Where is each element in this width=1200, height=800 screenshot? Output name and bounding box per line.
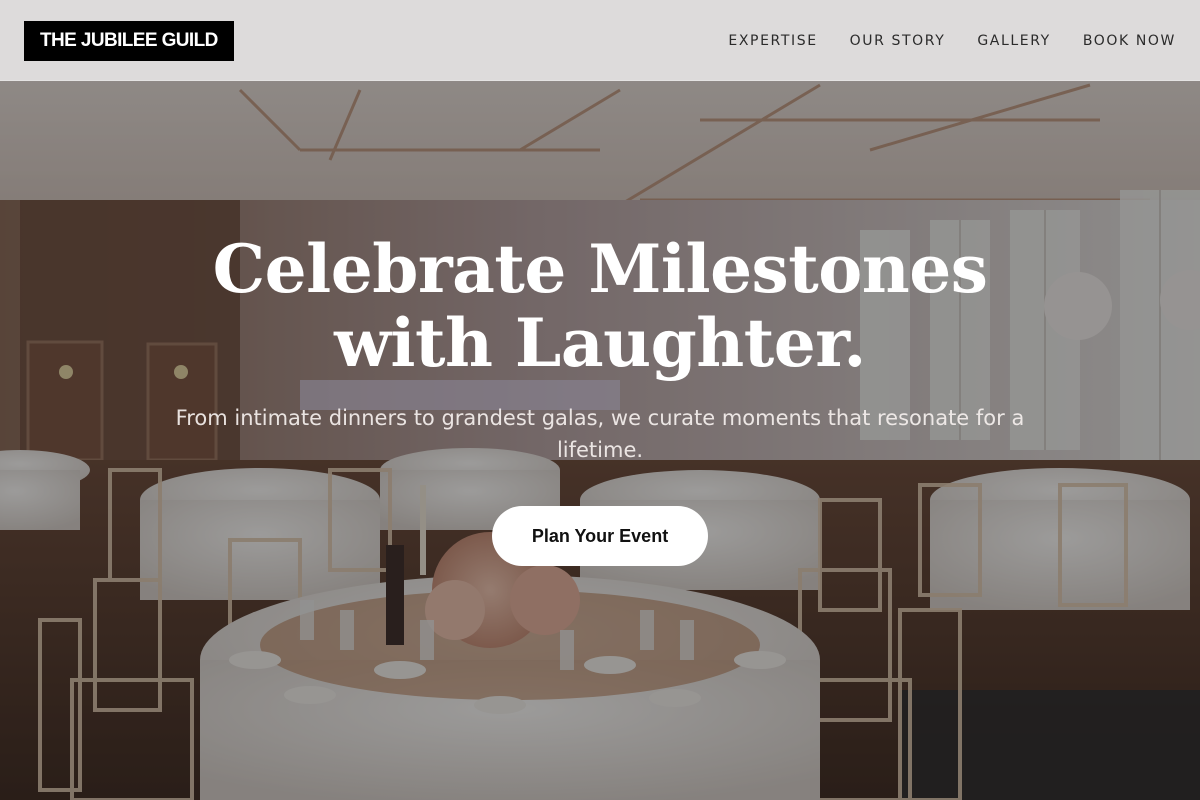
site-header: THE JUBILEE GUILD EXPERTISE OUR STORY GA…	[0, 0, 1200, 81]
hero-headline-line-1: Celebrate Milestones	[212, 230, 988, 308]
main-nav: EXPERTISE OUR STORY GALLERY BOOK NOW	[696, 33, 1176, 49]
hero-headline: Celebrate Milestones with Laughter.	[0, 232, 1200, 380]
hero-content: Celebrate Milestones with Laughter. From…	[0, 232, 1200, 566]
hero-subtitle: From intimate dinners to grandest galas,…	[175, 406, 1025, 462]
hero-headline-line-2: with Laughter.	[334, 304, 866, 382]
nav-link-gallery[interactable]: GALLERY	[977, 33, 1050, 49]
plan-your-event-button[interactable]: Plan Your Event	[492, 506, 708, 566]
brand-logo[interactable]: THE JUBILEE GUILD	[24, 20, 234, 61]
nav-link-expertise[interactable]: EXPERTISE	[728, 33, 817, 49]
nav-link-our-story[interactable]: OUR STORY	[850, 33, 946, 49]
nav-link-book-now[interactable]: BOOK NOW	[1083, 33, 1176, 49]
